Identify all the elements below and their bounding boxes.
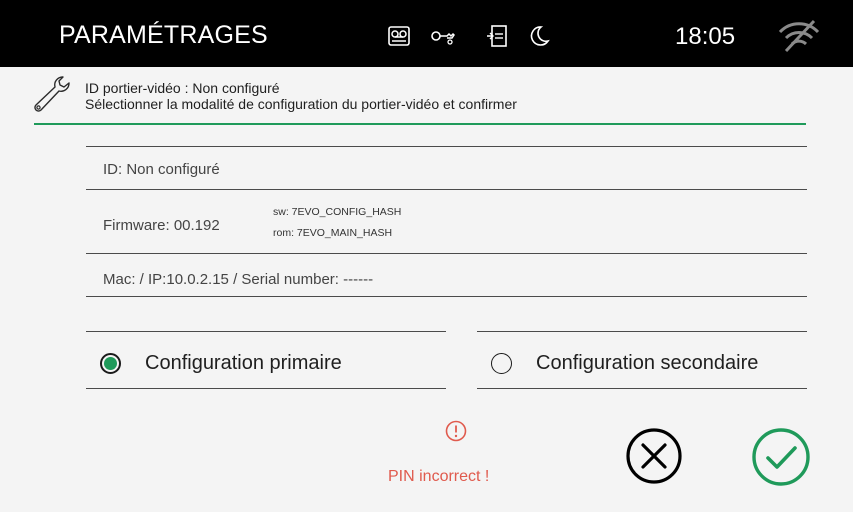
checkmark-icon bbox=[752, 428, 810, 486]
key-icon bbox=[430, 24, 456, 48]
device-id-status: ID portier-vidéo : Non configuré bbox=[85, 80, 280, 96]
divider bbox=[86, 331, 446, 332]
door-entry-icon bbox=[486, 24, 510, 48]
sw-hash-text: sw: 7EVO_CONFIG_HASH bbox=[273, 206, 402, 218]
divider bbox=[477, 388, 807, 389]
clock: 18:05 bbox=[675, 23, 736, 50]
firmware-text: Firmware: 00.192 bbox=[103, 217, 220, 234]
wrench-icon bbox=[30, 74, 72, 114]
divider bbox=[86, 296, 807, 297]
cancel-button[interactable] bbox=[624, 426, 684, 486]
primary-config-radio[interactable] bbox=[100, 353, 121, 374]
header-divider bbox=[34, 123, 806, 125]
divider bbox=[86, 388, 446, 389]
secondary-config-option[interactable]: Configuration secondaire bbox=[477, 340, 807, 386]
confirm-button[interactable] bbox=[750, 426, 812, 488]
close-icon bbox=[626, 428, 682, 484]
network-info-text: Mac: / IP:10.0.2.15 / Serial number: ---… bbox=[103, 271, 374, 288]
moon-icon bbox=[527, 24, 551, 48]
primary-config-label: Configuration primaire bbox=[145, 352, 342, 374]
pin-error-message: PIN incorrect ! bbox=[388, 468, 490, 485]
primary-config-option[interactable]: Configuration primaire bbox=[86, 340, 446, 386]
warning-icon bbox=[444, 419, 468, 443]
device-id-text: ID: Non configuré bbox=[103, 161, 220, 178]
status-bar: PARAMÉTRAGES 18:05 bbox=[0, 0, 853, 67]
divider bbox=[477, 331, 807, 332]
page-title: PARAMÉTRAGES bbox=[59, 21, 268, 49]
divider bbox=[86, 253, 807, 254]
rom-hash-text: rom: 7EVO_MAIN_HASH bbox=[273, 227, 393, 239]
wifi-off-icon bbox=[776, 18, 822, 54]
secondary-config-radio[interactable] bbox=[491, 353, 512, 374]
secondary-config-label: Configuration secondaire bbox=[536, 352, 759, 374]
divider bbox=[86, 189, 807, 190]
divider bbox=[86, 146, 807, 147]
voicemail-icon bbox=[387, 24, 411, 48]
instruction-text: Sélectionner la modalité de configuratio… bbox=[85, 96, 517, 112]
config-header: ID portier-vidéo : Non configuré Sélecti… bbox=[30, 74, 806, 124]
